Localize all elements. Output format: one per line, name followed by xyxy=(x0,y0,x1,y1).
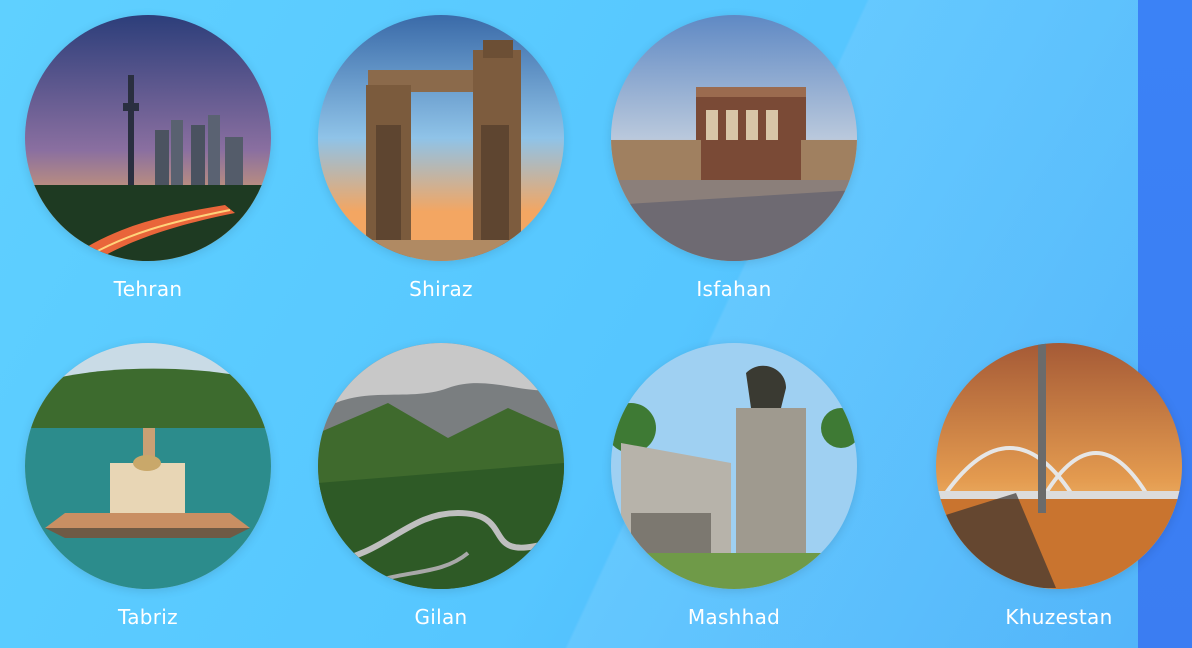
city-label-mashhad[interactable]: Mashhad xyxy=(611,605,857,629)
city-label-shiraz[interactable]: Shiraz xyxy=(318,277,564,301)
city-card-mashhad[interactable]: Mashhad xyxy=(611,343,857,643)
city-image-gilan[interactable] xyxy=(318,343,564,589)
city-label-gilan[interactable]: Gilan xyxy=(318,605,564,629)
city-label-isfahan[interactable]: Isfahan xyxy=(611,277,857,301)
city-label-tehran[interactable]: Tehran xyxy=(25,277,271,301)
city-card-shiraz[interactable]: Shiraz xyxy=(318,15,564,315)
city-card-gilan[interactable]: Gilan xyxy=(318,343,564,643)
city-label-khuzestan[interactable]: Khuzestan xyxy=(936,605,1182,629)
city-image-mashhad[interactable] xyxy=(611,343,857,589)
city-label-tabriz[interactable]: Tabriz xyxy=(25,605,271,629)
city-image-tabriz[interactable] xyxy=(25,343,271,589)
city-image-khuzestan[interactable] xyxy=(936,343,1182,589)
city-card-isfahan[interactable]: Isfahan xyxy=(611,15,857,315)
city-image-tehran[interactable] xyxy=(25,15,271,261)
city-card-khuzestan[interactable]: Khuzestan xyxy=(936,343,1182,643)
city-card-tehran[interactable]: Tehran xyxy=(25,15,271,315)
city-image-isfahan[interactable] xyxy=(611,15,857,261)
city-image-shiraz[interactable] xyxy=(318,15,564,261)
city-card-tabriz[interactable]: Tabriz xyxy=(25,343,271,643)
